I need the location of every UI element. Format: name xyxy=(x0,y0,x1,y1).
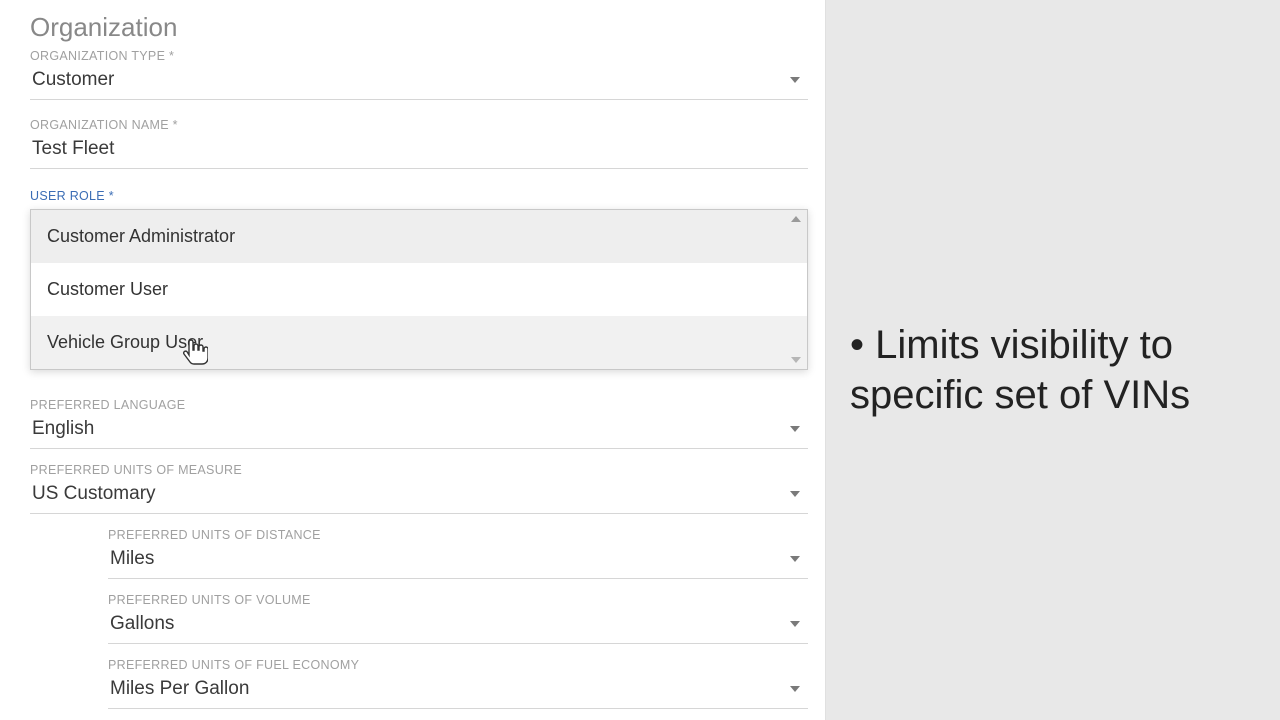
user-role-dropdown-list: Customer Administrator Customer User Veh… xyxy=(30,209,808,370)
preferred-fuel-economy-label: PREFERRED UNITS OF FUEL ECONOMY xyxy=(108,658,805,672)
preferred-language-select[interactable]: English xyxy=(30,412,808,449)
organization-type-value: Customer xyxy=(32,69,114,91)
organization-name-value: Test Fleet xyxy=(32,138,114,160)
field-preferred-language: PREFERRED LANGUAGE English xyxy=(30,398,805,449)
field-preferred-fuel-economy: PREFERRED UNITS OF FUEL ECONOMY Miles Pe… xyxy=(30,658,805,709)
organization-name-label: ORGANIZATION NAME * xyxy=(30,118,805,132)
section-title-organization: Organization xyxy=(30,12,805,43)
chevron-down-icon xyxy=(790,686,800,692)
spacer xyxy=(850,40,1256,320)
preferred-uom-select[interactable]: US Customary xyxy=(30,477,808,514)
preferred-uom-label: PREFERRED UNITS OF MEASURE xyxy=(30,463,805,477)
preferred-language-value: English xyxy=(32,418,94,440)
preferred-fuel-economy-select[interactable]: Miles Per Gallon xyxy=(108,672,808,709)
field-preferred-volume: PREFERRED UNITS OF VOLUME Gallons xyxy=(30,593,805,644)
organization-form-panel: Organization ORGANIZATION TYPE * Custome… xyxy=(0,0,826,720)
chevron-down-icon xyxy=(790,491,800,497)
scroll-up-icon xyxy=(791,216,801,222)
user-role-select[interactable]: Customer Administrator Customer User Veh… xyxy=(30,209,808,370)
organization-type-label: ORGANIZATION TYPE * xyxy=(30,49,805,63)
field-preferred-distance: PREFERRED UNITS OF DISTANCE Miles xyxy=(30,528,805,579)
organization-type-select[interactable]: Customer xyxy=(30,63,808,100)
field-preferred-uom: PREFERRED UNITS OF MEASURE US Customary xyxy=(30,463,805,514)
preferred-volume-select[interactable]: Gallons xyxy=(108,607,808,644)
preferred-distance-value: Miles xyxy=(110,548,154,570)
field-organization-name: ORGANIZATION NAME * Test Fleet xyxy=(30,118,805,169)
preferred-language-label: PREFERRED LANGUAGE xyxy=(30,398,805,412)
organization-name-input[interactable]: Test Fleet xyxy=(30,132,808,169)
preferred-uom-value: US Customary xyxy=(32,483,156,505)
user-role-option-customer-administrator[interactable]: Customer Administrator xyxy=(31,210,807,263)
chevron-down-icon xyxy=(790,426,800,432)
preferred-volume-value: Gallons xyxy=(110,613,174,635)
user-role-label: USER ROLE * xyxy=(30,189,805,203)
annotation-panel: • Limits visibility to specific set of V… xyxy=(826,0,1280,720)
chevron-down-icon xyxy=(790,556,800,562)
user-role-option-vehicle-group-user[interactable]: Vehicle Group User xyxy=(31,316,807,369)
field-organization-type: ORGANIZATION TYPE * Customer xyxy=(30,49,805,100)
field-user-role: USER ROLE * Customer Administrator Custo… xyxy=(30,189,805,370)
scroll-down-icon xyxy=(791,357,801,363)
preferred-volume-label: PREFERRED UNITS OF VOLUME xyxy=(108,593,805,607)
preferred-fuel-economy-value: Miles Per Gallon xyxy=(110,678,249,700)
preferred-distance-label: PREFERRED UNITS OF DISTANCE xyxy=(108,528,805,542)
annotation-bullet: • Limits visibility to specific set of V… xyxy=(850,320,1256,420)
chevron-down-icon xyxy=(790,77,800,83)
user-role-option-customer-user[interactable]: Customer User xyxy=(31,263,807,316)
chevron-down-icon xyxy=(790,621,800,627)
preferred-distance-select[interactable]: Miles xyxy=(108,542,808,579)
